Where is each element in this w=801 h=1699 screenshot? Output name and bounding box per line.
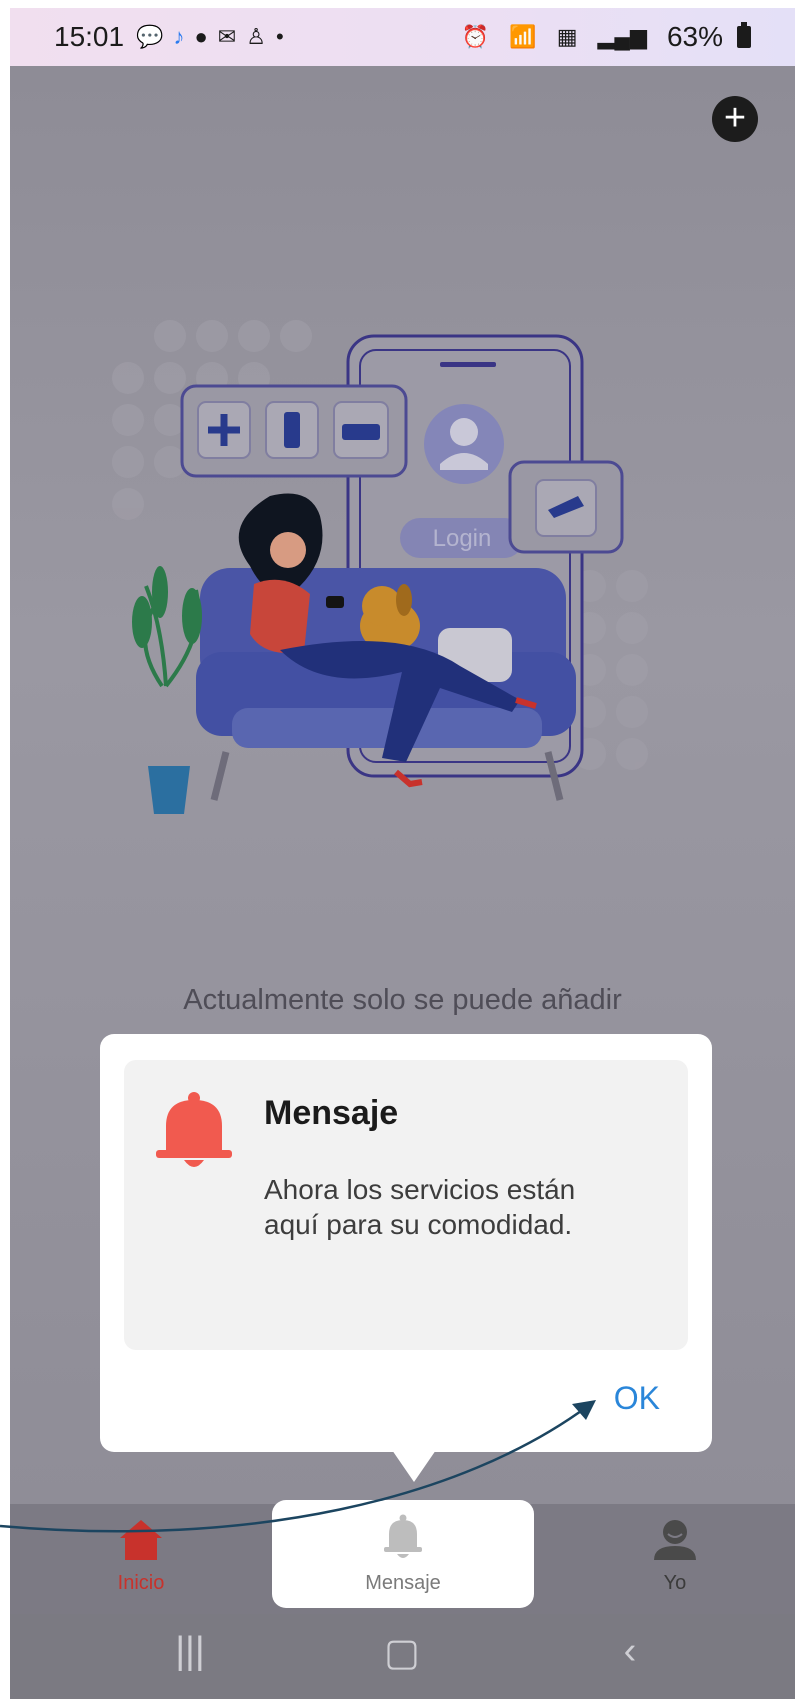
bell-icon (156, 1092, 232, 1167)
tab-mensaje-label: Mensaje (365, 1572, 441, 1594)
back-icon[interactable]: ‹ (570, 1630, 690, 1673)
chat-icon: 💬 (136, 24, 164, 49)
plus-circle-icon[interactable]: + (712, 96, 758, 142)
home-nav-icon[interactable]: ▢ (342, 1630, 462, 1675)
volte-icon: ▦ (556, 24, 578, 49)
dialog-body: Ahora los servicios están aquí para su c… (264, 1172, 664, 1242)
bell-icon (384, 1514, 422, 1558)
tab-yo[interactable]: Yo (580, 1504, 770, 1614)
user-icon (654, 1520, 696, 1560)
bottom-tab-bar: Inicio Mensaje Yo (10, 1500, 795, 1614)
dot-icon: • (275, 24, 284, 49)
status-time: 15:01 (54, 21, 125, 52)
system-nav-bar: ||| ▢ ‹ (10, 1614, 795, 1699)
tab-mensaje[interactable]: Mensaje (272, 1500, 534, 1608)
hint-text: Actualmente solo se puede añadir (183, 984, 622, 1016)
phone-screen: 15:01 💬 ♪ ● ✉ ♙ • ⏰ 📶 ▦ ▂▄▆ 63% + Login … (10, 8, 795, 1699)
welcome-illustration: Login (112, 320, 648, 814)
tab-inicio-label: Inicio (117, 1572, 165, 1594)
dialog-body-line-2: aquí para su comodidad. (264, 1209, 573, 1240)
message-dialog: Mensaje Ahora los servicios están aquí p… (100, 1034, 712, 1452)
dialog-body-line-1: Ahora los servicios están (264, 1174, 576, 1205)
dialog-pointer (392, 1450, 436, 1482)
music-icon: ♪ (173, 24, 185, 49)
ok-button[interactable]: OK (614, 1380, 660, 1417)
ln-icon: ● (194, 24, 208, 49)
status-bar: 15:01 💬 ♪ ● ✉ ♙ • ⏰ 📶 ▦ ▂▄▆ 63% (10, 8, 795, 66)
wifi-icon: 📶 (509, 24, 537, 49)
illustration-login-label: Login (433, 525, 492, 552)
status-right: ⏰ 📶 ▦ ▂▄▆ 63% (462, 21, 751, 53)
battery-icon (737, 22, 751, 48)
tab-inicio[interactable]: Inicio (46, 1504, 236, 1614)
alarm-icon: ⏰ (461, 24, 490, 49)
home-icon (120, 1520, 162, 1560)
person-icon: ♙ (246, 24, 266, 49)
dialog-title: Mensaje (264, 1094, 399, 1132)
tab-yo-label: Yo (663, 1572, 687, 1594)
dialog-content: Mensaje Ahora los servicios están aquí p… (124, 1060, 688, 1350)
recent-apps-icon[interactable]: ||| (130, 1630, 250, 1673)
mail-icon: ✉ (217, 24, 237, 49)
signal-icon: ▂▄▆ (597, 24, 647, 49)
battery-percent: 63% (666, 21, 723, 52)
